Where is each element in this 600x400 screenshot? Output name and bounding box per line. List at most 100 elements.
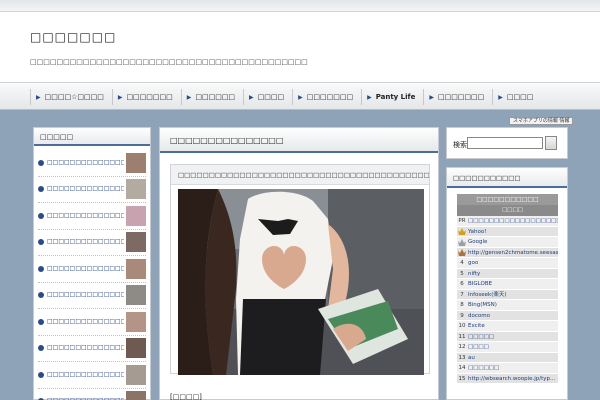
rank-number: 8: [460, 302, 464, 308]
list-item[interactable]: □□□□□□□□□□□□□□□□□□□□□: [38, 283, 146, 309]
ranking-site-link[interactable]: nifty: [467, 269, 558, 279]
rank-number: 4: [460, 260, 464, 266]
access-ranking-panel: □□□□□□□□□□□ □□□□□□□□□□□ □□□□ PR □□□□□□□□□…: [446, 167, 568, 400]
ranking-rows: PR□□□□□□□□□□□□□□□□□□□□□□□□□□□Yahoo!Googl…: [457, 216, 558, 384]
nav-item-5[interactable]: ▶ □□□□□□□: [292, 89, 361, 105]
nav-item-4[interactable]: ▶ □□□□: [243, 89, 292, 105]
list-item-title[interactable]: □□□□□□□□□□□□□□□□□□□□: [47, 344, 124, 352]
thumbnail-image[interactable]: [126, 338, 146, 359]
thumbnail-image[interactable]: [126, 179, 146, 200]
ranking-row: Google: [457, 237, 558, 248]
rank-number: 13: [458, 354, 466, 361]
ranking-site-link[interactable]: □□□□: [467, 342, 558, 352]
thumbnail-image[interactable]: [126, 285, 146, 306]
ranking-site-link[interactable]: http://gensen2chmatome.seesaa...: [467, 248, 558, 258]
nav-arrow-icon: ▶: [249, 93, 254, 101]
list-item-title[interactable]: □□□□□□□□□□□□□□□□□□□□□□□: [47, 318, 124, 326]
list-item-title[interactable]: □□□□□□□□□□□□□□□□□□□□□□: [47, 371, 124, 379]
list-item[interactable]: □□□□□□□□□□□□□□□□: [38, 389, 146, 400]
ranking-site-link[interactable]: Google: [467, 237, 558, 247]
list-item-title[interactable]: □□□□□□□□□□□□□□□□□□□□□: [47, 291, 124, 299]
nav-arrow-icon: ▶: [298, 93, 303, 101]
list-item-title[interactable]: □□□□□□□□□□□□□□: [47, 159, 124, 167]
ranking-site-link[interactable]: Yahoo!: [467, 227, 558, 237]
ranking-site-link[interactable]: □□□□□□: [467, 363, 558, 373]
list-item[interactable]: □□□□□□□□□□□□□□: [38, 150, 146, 177]
article-caption[interactable]: □□□□□□□□□□□□□□□□□□□□□□□□□□□□□□□□□□□□□□□□…: [171, 165, 429, 185]
nav-item-6[interactable]: ▶ Panty Life: [361, 89, 423, 105]
ranking-site-link[interactable]: Infoseek(楽天): [467, 290, 558, 300]
list-item-title[interactable]: □□□□□□□□□□□□□□□□□□□□□□□□: [47, 238, 124, 246]
app-info-link[interactable]: スマホアプリの情報 情報: [509, 117, 574, 125]
rank-number: 11: [458, 333, 466, 340]
ranking-row: 5 nifty: [457, 268, 558, 279]
rank-number: 14: [458, 365, 466, 371]
site-description: □□□□□□□□□□□□□□□□□□□□□□□□□□□□□□□□□□□□□□□□…: [30, 58, 308, 66]
nav-item-3[interactable]: ▶ □□□□□□: [180, 89, 243, 105]
list-item[interactable]: □□□□□□□□□□□□□□□□□□□□: [38, 336, 146, 362]
ranking-header-row: □□□□: [457, 205, 558, 216]
nav-item-8[interactable]: ▶ □□□□: [492, 89, 541, 105]
ranking-row: 11 □□□□□: [457, 331, 558, 342]
nav-item-1[interactable]: ▶ □□□□☆□□□□: [30, 89, 112, 105]
ranking-site-link[interactable]: docomo: [467, 311, 558, 321]
article-photo[interactable]: [178, 189, 424, 375]
thumbnail-image[interactable]: [126, 232, 146, 253]
thumbnail-image[interactable]: [126, 311, 146, 332]
ranking-site-link[interactable]: □□□□□: [467, 332, 558, 342]
ranking-row: 10 Excite: [457, 321, 558, 332]
bullet-icon: [38, 371, 44, 378]
nav-arrow-icon: ▶: [36, 93, 41, 101]
nav-item-2[interactable]: ▶ □□□□□□□: [111, 89, 181, 105]
thumbnail-image[interactable]: [126, 364, 146, 385]
list-item[interactable]: □□□□□□□□□□□□□□□□□□□□: [38, 203, 146, 230]
list-item-title[interactable]: □□□□□□□□□□□□□□□□□□□□□□□□□□□: [47, 185, 124, 193]
thumbnail-image[interactable]: [126, 391, 146, 400]
site-header: □□□□□□□ □□□□□□□□□□□□□□□□□□□□□□□□□□□□□□□□…: [0, 12, 600, 82]
photo-illustration: [178, 189, 424, 375]
ranking-row: 7 Infoseek(楽天): [457, 289, 558, 300]
ranking-site-link[interactable]: goo: [467, 258, 558, 268]
ranking-row: 4 goo: [457, 258, 558, 269]
nav-list: ▶ □□□□☆□□□□ ▶ □□□□□□□ ▶ □□□□□□ ▶ □□□□ ▶ □□□□□□□ ▶ P…: [30, 89, 541, 105]
left-sidebar-title: □□□□□: [34, 128, 150, 146]
ranking-site-link[interactable]: BIGLOBE: [467, 279, 558, 289]
thumbnail-image[interactable]: [126, 152, 146, 173]
ranking-row: 8 Bing(MSN): [457, 300, 558, 311]
list-item[interactable]: □□□□□□□□□□□□□□□□□□□□□□□□□□□: [38, 177, 146, 203]
ranking-site-link[interactable]: Bing(MSN): [467, 300, 558, 310]
global-nav: ▶ □□□□☆□□□□ ▶ □□□□□□□ ▶ □□□□□□ ▶ □□□□ ▶ □□□□□□□ ▶ P…: [0, 82, 600, 110]
ranking-site-link[interactable]: Excite: [467, 321, 558, 331]
nav-item-label: □□□□: [257, 93, 285, 101]
bullet-icon: [38, 186, 44, 193]
nav-arrow-icon: ▶: [429, 93, 434, 101]
thumbnail-image[interactable]: [126, 205, 146, 226]
search-input[interactable]: [467, 137, 543, 149]
ranking-site-link[interactable]: http://wbsearch.woopie.jp/typ...: [467, 374, 558, 384]
thumbnail-image[interactable]: [126, 258, 146, 279]
article-box: □□□□□□□□□□□□□□□□□□□□□□□□□□□□□□□□□□□□□□□□…: [170, 164, 430, 375]
nav-item-label: □□□□□□□: [126, 93, 173, 101]
rank-number: 10: [458, 323, 466, 329]
list-item[interactable]: □□□□□□□□□□□□□□□□□□□□□□: [38, 362, 146, 389]
rank-col-header: [457, 205, 467, 216]
nav-item-label: □□□□□□: [195, 93, 236, 101]
list-item-title[interactable]: □□□□□□□□□□□□□□□□: [47, 265, 124, 273]
ranking-row: 12 □□□□: [457, 342, 558, 353]
nav-arrow-icon: ▶: [367, 93, 372, 101]
ranking-row: Yahoo!: [457, 226, 558, 237]
list-item-title[interactable]: □□□□□□□□□□□□□□□□□□□□: [47, 212, 124, 220]
nav-item-7[interactable]: ▶ □□□□□□□: [423, 89, 492, 105]
list-item[interactable]: □□□□□□□□□□□□□□□□□□□□□□□: [38, 309, 146, 336]
nav-arrow-icon: ▶: [186, 93, 192, 101]
ranking-table-title[interactable]: □□□□□□□□□□□: [457, 194, 558, 205]
ranking-site-link[interactable]: au: [467, 353, 558, 363]
nav-item-label: Panty Life: [375, 93, 416, 101]
top-strip: [0, 0, 600, 12]
article-heading[interactable]: □□□□□□□□□□□□□□□: [160, 128, 438, 153]
list-item[interactable]: □□□□□□□□□□□□□□□□□□□□□□□□: [38, 230, 146, 256]
list-item[interactable]: □□□□□□□□□□□□□□□□: [38, 256, 146, 283]
site-title[interactable]: □□□□□□□: [30, 30, 116, 44]
ranking-site-link[interactable]: □□□□□□□□□□□□□□□□□□□□□□□□□□□: [467, 216, 558, 226]
search-button[interactable]: [545, 136, 557, 150]
